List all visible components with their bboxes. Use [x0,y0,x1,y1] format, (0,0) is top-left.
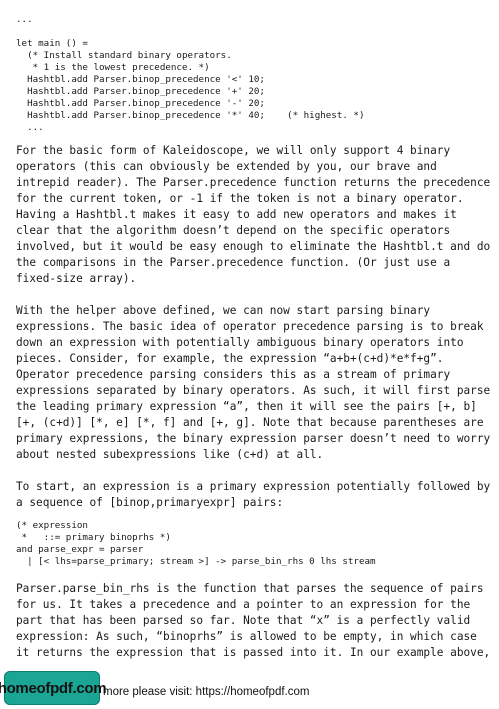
code-line: (* Install standard binary operators. [16,50,232,61]
text-line: part that has been parsed so far. Note t… [16,614,471,627]
code-line: let main () = [16,38,88,49]
code-line: ... [16,14,33,25]
text-line: primary expressions, the binary expressi… [16,432,491,445]
text-line: down an expression with potentially ambi… [16,336,464,349]
text-line: the comparisons in the Parser.precedence… [16,256,451,269]
text-line: With the helper above defined, we can no… [16,304,431,317]
text-line: about nested subexpressions like (c+d) a… [16,448,324,461]
text-line: [+, (c+d)] [*, e] [*, f] and [+, g]. Not… [16,416,484,429]
text-line: Operator precedence parsing considers th… [16,368,451,381]
code-line: Hashtbl.add Parser.binop_precedence '+' … [16,86,265,97]
code-block-main: ... let main () = (* Install standard bi… [16,14,364,134]
paragraph-operators: For the basic form of Kaleidoscope, we w… [16,143,491,287]
footer-visit-link[interactable]: more please visit: https://homeofpdf.com [103,686,309,698]
text-line: it returns the expression that is passed… [16,646,491,659]
code-line: and parse_expr = parser [16,544,144,555]
text-line: the leading primary expression “a”, then… [16,400,477,413]
text-line: Parser.parse_bin_rhs is the function tha… [16,582,484,595]
code-line: (* expression [16,520,88,531]
document-page: ... let main () = (* Install standard bi… [0,0,499,709]
text-line: To start, an expression is a primary exp… [16,480,491,493]
paragraph-precedence-parsing: With the helper above defined, we can no… [16,303,491,463]
code-line: Hashtbl.add Parser.binop_precedence '*' … [16,110,365,121]
text-line: expressions. The basic idea of operator … [16,320,484,333]
text-line: pieces. Consider, for example, the expre… [16,352,444,365]
code-line: ... [16,122,44,133]
text-line: For the basic form of Kaleidoscope, we w… [16,144,451,157]
text-line: involved, but it would be easy enough to… [16,240,491,253]
logo-text: homeofpdf.com [0,679,107,697]
text-line: intrepid reader). The Parser.precedence … [16,176,491,189]
text-line: Having a Hashtbl.t makes it easy to add … [16,208,457,221]
code-line: Hashtbl.add Parser.binop_precedence '-' … [16,98,265,109]
code-line: Hashtbl.add Parser.binop_precedence '<' … [16,74,265,85]
text-line: fixed-size array). [16,272,137,285]
text-line: clear that the algorithm doesn’t depend … [16,224,451,237]
text-line: a sequence of [binop,primaryexpr] pairs: [16,496,284,509]
text-line: for us. It takes a precedence and a poin… [16,598,471,611]
code-line: | [< lhs=parse_primary; stream >] -> par… [16,556,376,567]
paragraph-parse-bin-rhs: Parser.parse_bin_rhs is the function tha… [16,581,491,661]
code-line: * 1 is the lowest precedence. *) [16,62,210,73]
text-line: for the current token, or -1 if the toke… [16,192,464,205]
site-logo[interactable]: homeofpdf.com [0,671,107,705]
text-line: operators (this can obviously be extende… [16,160,437,173]
paragraph-expression-intro: To start, an expression is a primary exp… [16,479,491,511]
code-line: * ::= primary binoprhs *) [16,532,171,543]
code-block-parse-expr: (* expression * ::= primary binoprhs *) … [16,520,376,568]
text-line: expression: As such, “binoprhs” is allow… [16,630,477,643]
text-line: expressions separated by binary operator… [16,384,491,397]
